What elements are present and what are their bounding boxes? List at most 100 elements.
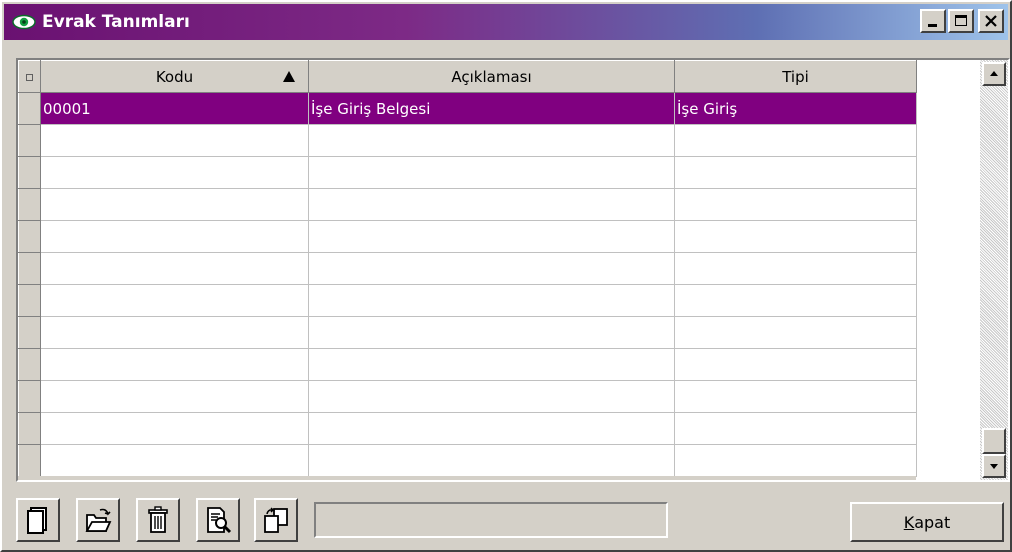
column-header-aciklamasi-label: Açıklaması (451, 67, 532, 86)
cell-aciklamasi[interactable] (308, 252, 675, 285)
table-row[interactable] (18, 316, 917, 349)
row-indicator[interactable] (18, 188, 41, 221)
cell-aciklamasi[interactable] (308, 412, 675, 445)
minimize-icon (928, 24, 937, 27)
table-row[interactable] (18, 156, 917, 189)
cell-aciklamasi[interactable] (308, 220, 675, 253)
records-table: Kodu Açıklaması Tipi 00001 İşe Giriş Bel… (18, 60, 917, 477)
cell-kodu[interactable]: 00001 (40, 92, 309, 125)
table-row[interactable] (18, 220, 917, 253)
status-field (314, 502, 668, 538)
cell-aciklamasi[interactable] (308, 284, 675, 317)
cell-kodu[interactable] (40, 124, 309, 157)
cell-kodu[interactable] (40, 316, 309, 349)
row-indicator[interactable] (18, 444, 41, 477)
cell-aciklamasi[interactable] (308, 316, 675, 349)
kapat-button[interactable]: Kapat (850, 502, 1004, 542)
cell-tipi[interactable] (674, 348, 917, 381)
cell-tipi[interactable] (674, 188, 917, 221)
trash-icon (148, 506, 168, 533)
row-indicator[interactable] (18, 92, 41, 125)
copy-record-button[interactable] (254, 498, 298, 542)
cell-kodu[interactable] (40, 348, 309, 381)
new-document-icon (27, 507, 47, 534)
minimize-button[interactable] (920, 9, 946, 33)
scroll-down-arrow-icon (990, 464, 998, 469)
preview-icon (207, 507, 232, 534)
evrak-tanimlari-window: Evrak Tanımları Kodu Açıklaması Tipi 000… (0, 0, 1012, 552)
cell-tipi[interactable] (674, 284, 917, 317)
vertical-scrollbar[interactable] (980, 60, 1008, 480)
maximize-button[interactable] (948, 9, 974, 33)
cell-tipi[interactable] (674, 252, 917, 285)
scroll-up-button[interactable] (982, 62, 1006, 86)
column-header-tipi[interactable]: Tipi (674, 60, 917, 93)
title-bar[interactable]: Evrak Tanımları (4, 4, 1008, 40)
row-indicator[interactable] (18, 316, 41, 349)
column-header-kodu-label: Kodu (155, 67, 194, 86)
sort-ascending-icon (282, 69, 296, 87)
scroll-down-button[interactable] (982, 454, 1006, 478)
cell-kodu[interactable] (40, 444, 309, 477)
records-grid[interactable]: Kodu Açıklaması Tipi 00001 İşe Giriş Bel… (16, 58, 1010, 482)
row-indicator[interactable] (18, 380, 41, 413)
cell-tipi[interactable] (674, 380, 917, 413)
column-header-tipi-label: Tipi (782, 67, 809, 86)
cell-tipi[interactable] (674, 412, 917, 445)
table-row[interactable] (18, 252, 917, 285)
row-indicator[interactable] (18, 284, 41, 317)
maximize-icon (955, 15, 967, 26)
row-indicator[interactable] (18, 156, 41, 189)
table-row[interactable] (18, 188, 917, 221)
cell-tipi[interactable] (674, 444, 917, 477)
cell-kodu[interactable] (40, 220, 309, 253)
cell-tipi[interactable] (674, 220, 917, 253)
row-indicator[interactable] (18, 124, 41, 157)
cell-kodu[interactable] (40, 284, 309, 317)
scroll-up-arrow-icon (990, 71, 998, 76)
table-row[interactable] (18, 412, 917, 445)
cell-tipi[interactable] (674, 124, 917, 157)
cell-tipi[interactable] (674, 156, 917, 189)
cell-aciklamasi[interactable] (308, 348, 675, 381)
table-row[interactable]: 00001 İşe Giriş Belgesi İşe Giriş (18, 92, 917, 125)
row-indicator[interactable] (18, 220, 41, 253)
column-header-aciklamasi[interactable]: Açıklaması (308, 60, 675, 93)
window-title: Evrak Tanımları (42, 12, 190, 32)
cell-tipi[interactable]: İşe Giriş (674, 92, 917, 125)
row-indicator[interactable] (18, 252, 41, 285)
table-row[interactable] (18, 380, 917, 413)
preview-button[interactable] (196, 498, 240, 542)
cell-aciklamasi[interactable] (308, 444, 675, 477)
new-record-button[interactable] (16, 498, 60, 542)
select-all-corner[interactable] (18, 60, 41, 93)
open-folder-icon (85, 508, 112, 532)
kapat-label-rest: apat (914, 512, 951, 532)
cell-kodu[interactable] (40, 412, 309, 445)
table-row[interactable] (18, 348, 917, 381)
cell-aciklamasi[interactable] (308, 380, 675, 413)
window-controls (920, 9, 1004, 33)
grid-footer-strip (18, 476, 916, 480)
cell-kodu[interactable] (40, 380, 309, 413)
cell-kodu[interactable] (40, 188, 309, 221)
eye-icon (12, 13, 38, 31)
table-row[interactable] (18, 444, 917, 477)
cell-kodu[interactable] (40, 252, 309, 285)
cell-aciklamasi[interactable] (308, 124, 675, 157)
cell-aciklamasi[interactable] (308, 188, 675, 221)
column-header-kodu[interactable]: Kodu (40, 60, 309, 93)
cell-tipi[interactable] (674, 316, 917, 349)
scroll-thumb[interactable] (982, 428, 1006, 454)
close-window-button[interactable] (978, 9, 1004, 33)
cell-aciklamasi[interactable]: İşe Giriş Belgesi (308, 92, 675, 125)
cell-aciklamasi[interactable] (308, 156, 675, 189)
delete-record-button[interactable] (136, 498, 180, 542)
row-indicator[interactable] (18, 348, 41, 381)
cell-kodu[interactable] (40, 156, 309, 189)
table-row[interactable] (18, 284, 917, 317)
open-record-button[interactable] (76, 498, 120, 542)
row-indicator[interactable] (18, 412, 41, 445)
kapat-accel-letter: K (903, 512, 915, 532)
table-row[interactable] (18, 124, 917, 157)
